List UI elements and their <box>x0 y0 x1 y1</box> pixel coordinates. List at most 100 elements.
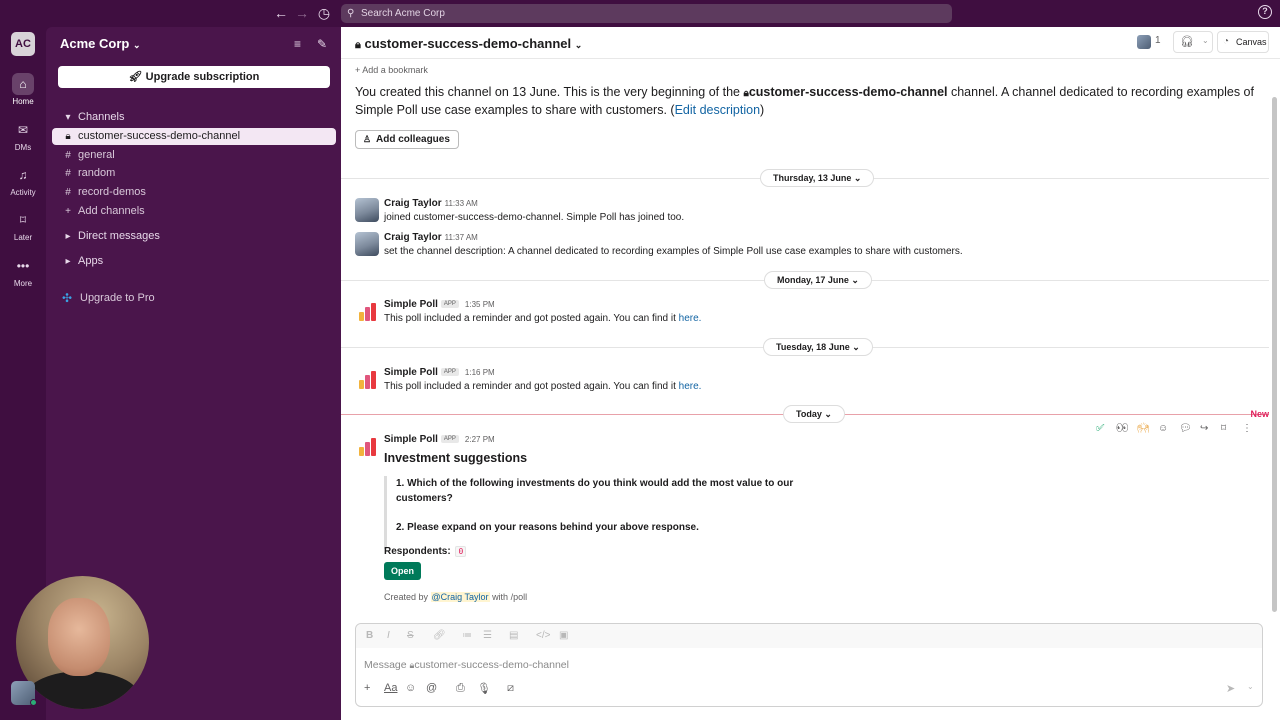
rail-activity[interactable]: ♫ Activity <box>0 164 46 197</box>
message-placeholder: Message <box>364 659 407 671</box>
edit-description-link[interactable]: Edit description <box>675 103 760 117</box>
chevron-down-icon: ⌄ <box>853 173 862 183</box>
eyes-reaction-icon[interactable]: 👀︎ <box>1116 423 1129 434</box>
app-badge: APP <box>440 368 459 377</box>
member-count[interactable]: 1 <box>1155 35 1161 46</box>
respondents: Respondents: 0 <box>384 546 467 557</box>
sidebar-item-general[interactable]: # general <box>52 147 336 164</box>
sidebar-item-customer-success-demo-channel[interactable]: 🔒︎ customer-success-demo-channel <box>52 128 336 145</box>
canvas-button[interactable]: ◔ Canvas <box>1217 31 1269 53</box>
forward-arrow-icon[interactable]: → <box>293 4 311 22</box>
channel-header: 🔒︎ customer-success-demo-channel ⌄ 1 🎧︎ … <box>341 27 1280 59</box>
more-actions-icon[interactable]: ⋮ <box>1242 423 1252 434</box>
message-time[interactable]: 1:35 PM <box>465 300 495 309</box>
emoji-icon[interactable]: ☺ <box>405 682 416 694</box>
channels-section-header[interactable]: ▾ Channels <box>52 109 336 126</box>
upgrade-subscription-button[interactable]: 🚀︎ Upgrade subscription <box>58 66 330 88</box>
webcam-face <box>48 598 110 676</box>
add-colleagues-button[interactable]: ♙ Add colleagues <box>355 130 459 149</box>
forward-icon[interactable]: ↪ <box>1200 423 1208 434</box>
help-icon[interactable]: ? <box>1258 5 1272 19</box>
blockquote-icon[interactable]: ▤ <box>509 630 518 641</box>
date-pill[interactable]: Today ⌄ <box>783 405 845 423</box>
message-time[interactable]: 11:37 AM <box>445 233 478 242</box>
message-author[interactable]: Craig Taylor <box>384 198 442 209</box>
app-badge: APP <box>440 435 459 444</box>
simple-poll-avatar[interactable] <box>355 299 379 323</box>
chevron-down-icon: ⌄ <box>132 40 141 50</box>
channel-label: random <box>78 167 116 179</box>
rail-more[interactable]: ••• More <box>0 255 46 288</box>
here-link[interactable]: here. <box>679 381 702 392</box>
add-bookmark-button[interactable]: + Add a bookmark <box>355 65 428 75</box>
workspace-name[interactable]: Acme Corp ⌄ <box>60 36 141 51</box>
intro-channel-name: customer-success-demo-channel <box>748 85 948 99</box>
rail-dms[interactable]: ✉ DMs <box>0 119 46 152</box>
code-block-icon[interactable]: ▣ <box>559 630 568 641</box>
simple-poll-logo-icon <box>359 371 377 389</box>
search-input[interactable]: ⚲ Search Acme Corp <box>341 4 952 23</box>
channel-title[interactable]: 🔒︎ customer-success-demo-channel ⌄ <box>355 36 582 52</box>
strikethrough-icon[interactable]: S <box>407 630 414 641</box>
scrollbar[interactable] <box>1272 97 1277 612</box>
rail-home[interactable]: ⌂ Home <box>0 73 46 106</box>
compose-icon[interactable]: ✎ <box>317 37 327 51</box>
sidebar-item-record-demos[interactable]: # record-demos <box>52 184 336 201</box>
link-icon[interactable]: 🔗︎ <box>433 630 446 641</box>
creator-mention[interactable]: @Craig Taylor <box>430 592 490 602</box>
avatar[interactable] <box>355 198 379 222</box>
message-author[interactable]: Simple Poll <box>384 299 438 310</box>
huddle-button[interactable]: 🎧︎ ⌄ <box>1173 31 1213 53</box>
italic-icon[interactable]: I <box>387 630 390 641</box>
direct-messages-label: Direct messages <box>78 230 160 242</box>
rail-activity-label: Activity <box>10 188 36 197</box>
simple-poll-avatar[interactable] <box>355 434 379 458</box>
apps-section-header[interactable]: ▸ Apps <box>52 253 336 270</box>
sidebar-item-random[interactable]: # random <box>52 165 336 182</box>
rail-later[interactable]: ⌑ Later <box>0 209 46 242</box>
bold-icon[interactable]: B <box>366 630 373 641</box>
back-arrow-icon[interactable]: ← <box>272 4 290 22</box>
code-icon[interactable]: </> <box>536 630 550 641</box>
mention-icon[interactable]: @ <box>426 682 437 694</box>
history-icon[interactable]: ◷ <box>315 4 333 22</box>
add-reaction-icon[interactable]: ☺ <box>1158 423 1168 434</box>
raised-hands-reaction-icon[interactable]: 🙌︎ <box>1137 423 1150 434</box>
here-link[interactable]: here. <box>679 313 702 324</box>
simple-poll-avatar[interactable] <box>355 367 379 391</box>
slash-command-icon[interactable]: ⧄ <box>507 682 514 695</box>
created-with-label: with /poll <box>492 592 528 602</box>
message-time[interactable]: 2:27 PM <box>465 435 495 444</box>
plus-icon[interactable]: + <box>364 682 370 694</box>
save-bookmark-icon[interactable]: ⌑ <box>1221 423 1226 434</box>
message-time[interactable]: 1:16 PM <box>465 368 495 377</box>
workspace-avatar[interactable]: AC <box>11 32 35 56</box>
avatar[interactable] <box>355 232 379 256</box>
poll-message: Simple Poll APP 2:27 PM Investment suggest… <box>355 434 1255 614</box>
date-pill[interactable]: Monday, 17 June ⌄ <box>764 271 872 289</box>
send-options-chevron-icon[interactable]: ⌄ <box>1247 682 1254 691</box>
checkmark-reaction-icon[interactable]: ✅︎ <box>1096 423 1104 434</box>
message-input[interactable]: Message 🔒︎customer-success-demo-channel <box>364 659 569 671</box>
reply-thread-icon[interactable]: 💬︎ <box>1179 423 1192 434</box>
message-author[interactable]: Simple Poll <box>384 367 438 378</box>
date-pill[interactable]: Thursday, 13 June ⌄ <box>760 169 875 187</box>
rail-home-label: Home <box>12 97 34 106</box>
bulleted-list-icon[interactable]: ☰ <box>483 630 492 641</box>
ordered-list-icon[interactable]: ≔ <box>462 630 472 641</box>
date-pill[interactable]: Tuesday, 18 June ⌄ <box>763 338 873 356</box>
message-text: joined customer-success-demo-channel. Si… <box>384 212 685 223</box>
open-poll-button[interactable]: Open <box>384 562 421 580</box>
send-icon[interactable]: ➤ <box>1226 682 1235 695</box>
message-author[interactable]: Simple Poll <box>384 434 438 445</box>
microphone-icon[interactable]: 🎙︎ <box>477 682 491 695</box>
filter-icon[interactable]: ≡ <box>294 37 301 51</box>
upgrade-to-pro-link[interactable]: ✣ Upgrade to Pro <box>62 291 155 305</box>
hash-icon: # <box>65 187 71 198</box>
message-author[interactable]: Craig Taylor <box>384 232 442 243</box>
message-time[interactable]: 11:33 AM <box>445 199 478 208</box>
video-clip-icon[interactable]: ⎙ <box>456 682 465 695</box>
formatting-toggle-icon[interactable]: Aa <box>384 682 397 694</box>
direct-messages-section-header[interactable]: ▸ Direct messages <box>52 228 336 245</box>
add-channels-button[interactable]: + Add channels <box>52 203 336 220</box>
